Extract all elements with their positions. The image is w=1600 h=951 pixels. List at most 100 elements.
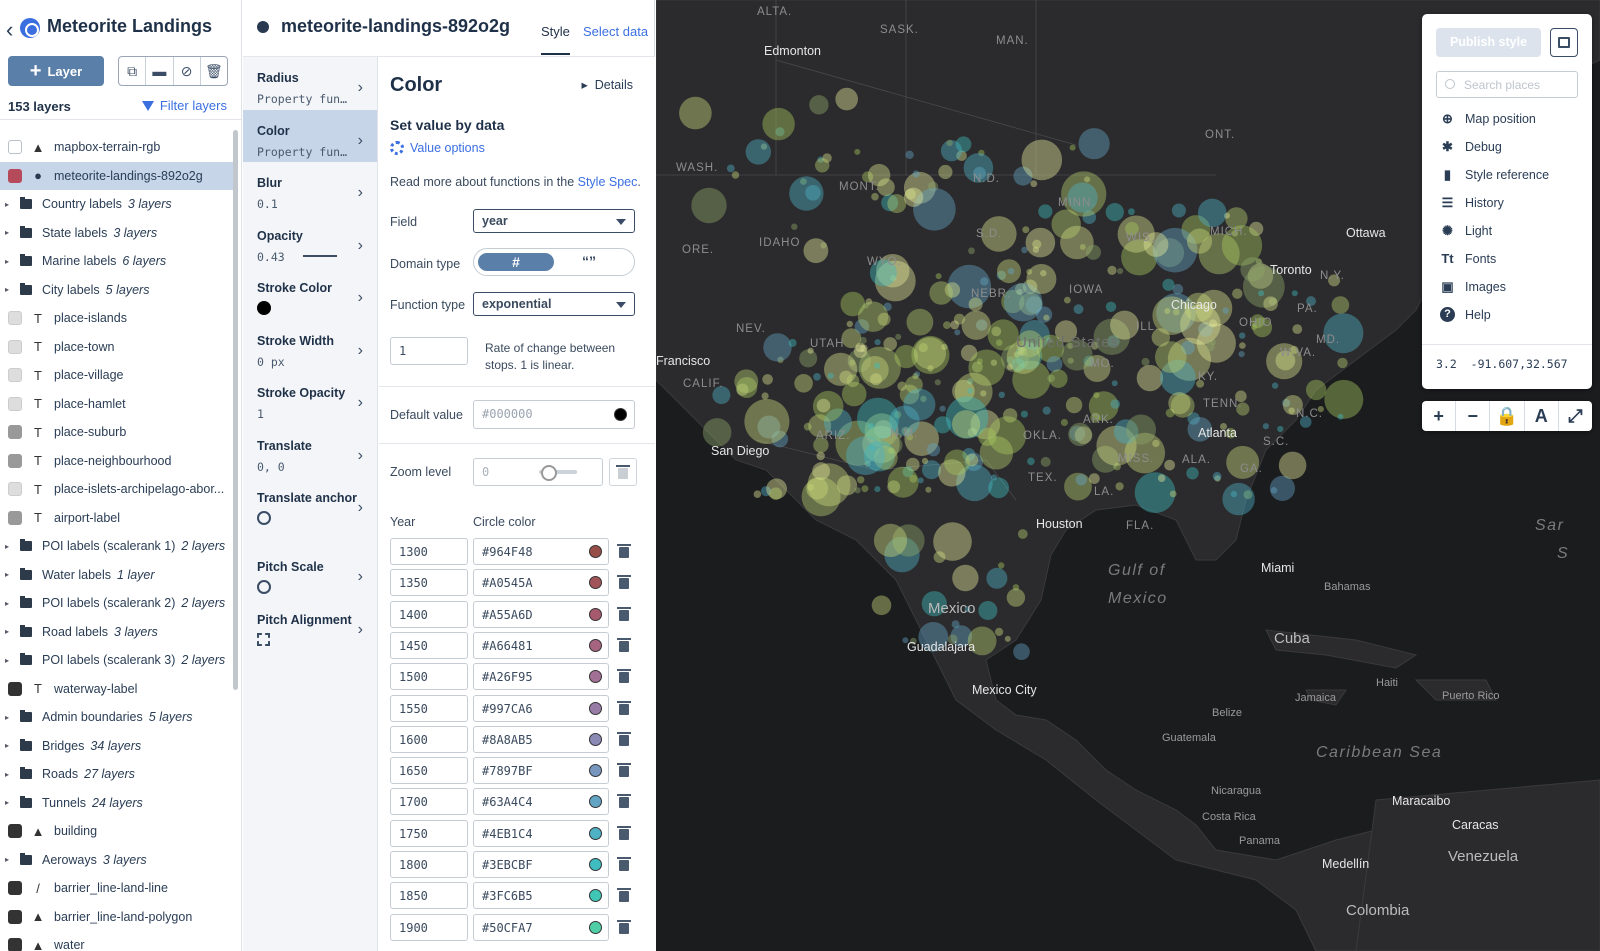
layer-item[interactable]: Tplace-islets-archipelago-abor... xyxy=(0,475,234,504)
field-select[interactable]: year xyxy=(473,209,635,233)
expand-caret-icon[interactable]: ▸ xyxy=(0,228,14,237)
layer-color-swatch[interactable] xyxy=(8,938,22,951)
stop-color-swatch[interactable] xyxy=(589,638,602,652)
layer-color-swatch[interactable] xyxy=(8,453,22,468)
expand-caret-icon[interactable]: ▸ xyxy=(0,627,14,636)
layer-group[interactable]: ▸ Bridges 34 layers xyxy=(0,732,234,761)
layer-item[interactable]: Tplace-town xyxy=(0,333,234,362)
delete-zoom-button[interactable] xyxy=(609,458,637,486)
default-color-swatch[interactable] xyxy=(614,408,627,421)
details-toggle[interactable]: ▸ Details xyxy=(582,77,633,92)
stop-color-swatch[interactable] xyxy=(589,607,602,621)
property-stroke-width[interactable]: Stroke Width 0 px › xyxy=(243,320,377,373)
lock-icon[interactable]: 🔒 xyxy=(1490,401,1525,431)
trash-icon[interactable] xyxy=(617,575,631,590)
layer-color-swatch[interactable] xyxy=(8,311,22,326)
layer-item[interactable]: / barrier_line-land-line xyxy=(0,874,234,903)
layer-item[interactable]: ▲ building xyxy=(0,817,234,846)
stop-color-swatch[interactable] xyxy=(589,920,602,934)
layer-group[interactable]: ▸ Admin boundaries 5 layers xyxy=(0,703,234,732)
layer-group[interactable]: ▸ Aeroways 3 layers xyxy=(0,846,234,875)
stop-year-input[interactable]: 1500 xyxy=(390,663,468,691)
expand-caret-icon[interactable]: ▸ xyxy=(0,770,14,779)
toolbar-item-light[interactable]: ✺ Light xyxy=(1440,223,1492,238)
trash-icon[interactable] xyxy=(617,794,631,809)
print-button[interactable] xyxy=(1550,28,1578,57)
layer-color-swatch[interactable] xyxy=(8,396,22,411)
toolbar-item-help[interactable]: ? Help xyxy=(1440,307,1491,322)
property-stroke-color[interactable]: Stroke Color › xyxy=(243,267,377,320)
stop-year-input[interactable]: 1600 xyxy=(390,725,468,753)
trash-icon[interactable] xyxy=(617,637,631,652)
base-input[interactable]: 1 xyxy=(390,337,468,365)
expand-caret-icon[interactable]: ▸ xyxy=(0,542,14,551)
property-opacity[interactable]: Opacity 0.43 › xyxy=(243,215,377,268)
delete-icon[interactable]: 🗑 xyxy=(201,57,227,85)
layer-item[interactable]: Twaterway-label xyxy=(0,675,234,704)
layer-group[interactable]: ▸ City labels 5 layers xyxy=(0,276,234,305)
layer-color-swatch[interactable] xyxy=(8,425,22,440)
stop-year-input[interactable]: 1550 xyxy=(390,694,468,722)
hide-icon[interactable]: ⊘ xyxy=(174,57,201,85)
stop-year-input[interactable]: 1750 xyxy=(390,819,468,847)
duplicate-icon[interactable]: ⧉ xyxy=(119,57,147,85)
layer-item[interactable]: Tplace-suburb xyxy=(0,418,234,447)
stop-year-input[interactable]: 1350 xyxy=(390,569,468,597)
stop-color-swatch[interactable] xyxy=(589,764,602,778)
layer-item[interactable]: Tplace-village xyxy=(0,361,234,390)
layer-group[interactable]: ▸ Marine labels 6 layers xyxy=(0,247,234,276)
trash-icon[interactable] xyxy=(617,763,631,778)
trash-icon[interactable] xyxy=(617,544,631,558)
layer-group[interactable]: ▸ POI labels (scalerank 1) 2 layers xyxy=(0,532,234,561)
tab-style[interactable]: Style xyxy=(541,24,570,55)
layer-item[interactable]: Tplace-islands xyxy=(0,304,234,333)
search-places-input[interactable]: Search places xyxy=(1436,71,1578,98)
layer-color-swatch[interactable] xyxy=(8,339,22,354)
layer-item[interactable]: ▲ mapbox-terrain-rgb xyxy=(0,133,234,162)
toolbar-item-debug[interactable]: ✱ Debug xyxy=(1440,139,1502,154)
layer-group[interactable]: ▸ Roads 27 layers xyxy=(0,760,234,789)
stop-color-swatch[interactable] xyxy=(589,858,602,871)
property-blur[interactable]: Blur 0.1 › xyxy=(243,162,377,215)
folder-icon[interactable]: ▬ xyxy=(146,57,174,85)
toolbar-item-history[interactable]: ☰ History xyxy=(1440,195,1504,210)
layer-item[interactable]: Tairport-label xyxy=(0,504,234,533)
expand-caret-icon[interactable]: ▸ xyxy=(0,798,14,807)
layer-item[interactable]: ● meteorite-landings-892o2g xyxy=(0,161,234,190)
trash-icon[interactable] xyxy=(617,888,631,903)
layer-color-swatch[interactable] xyxy=(8,881,22,896)
layer-color-swatch[interactable] xyxy=(8,140,22,155)
stop-year-input[interactable]: 1650 xyxy=(390,757,468,785)
layer-color-swatch[interactable] xyxy=(8,368,22,383)
layer-color-swatch[interactable] xyxy=(8,482,22,497)
property-translate-anchor[interactable]: Translate anchor › xyxy=(243,477,377,546)
expand-caret-icon[interactable]: ▸ xyxy=(0,200,14,209)
publish-style-button[interactable]: Publish style xyxy=(1436,28,1541,57)
zoom-level-slider[interactable] xyxy=(539,465,577,481)
back-icon[interactable]: ‹ xyxy=(6,17,13,43)
layer-group[interactable]: ▸ POI labels (scalerank 3) 2 layers xyxy=(0,646,234,675)
layer-list-scrollbar[interactable] xyxy=(233,130,238,690)
property-color[interactable]: Color Property fun… › xyxy=(243,109,377,162)
property-pitch-scale[interactable]: Pitch Scale › xyxy=(243,546,377,599)
layer-group[interactable]: ▸ Country labels 3 layers xyxy=(0,190,234,219)
tab-select-data[interactable]: Select data xyxy=(583,24,648,39)
north-arrow-button[interactable]: A xyxy=(1525,401,1559,431)
stop-year-input[interactable]: 1400 xyxy=(390,600,468,628)
stop-year-input[interactable]: 1900 xyxy=(390,913,468,941)
expand-caret-icon[interactable]: ▸ xyxy=(0,656,14,665)
layer-group[interactable]: ▸ State labels 3 layers xyxy=(0,219,234,248)
value-options-button[interactable]: Value options xyxy=(390,141,485,155)
stop-year-input[interactable]: 1300 xyxy=(390,538,468,565)
trash-icon[interactable] xyxy=(617,669,631,684)
trash-icon[interactable] xyxy=(617,700,631,715)
layer-color-swatch[interactable] xyxy=(8,909,22,924)
function-type-select[interactable]: exponential xyxy=(473,292,635,316)
stop-year-input[interactable]: 1450 xyxy=(390,631,468,659)
layer-item[interactable]: ▲ water xyxy=(0,931,234,951)
domain-categorical-option[interactable]: “” xyxy=(582,253,596,269)
filter-layers-button[interactable]: Filter layers xyxy=(141,98,227,113)
zoom-out-button[interactable]: − xyxy=(1456,401,1491,431)
expand-caret-icon[interactable]: ▸ xyxy=(0,570,14,579)
expand-caret-icon[interactable]: ▸ xyxy=(0,741,14,750)
